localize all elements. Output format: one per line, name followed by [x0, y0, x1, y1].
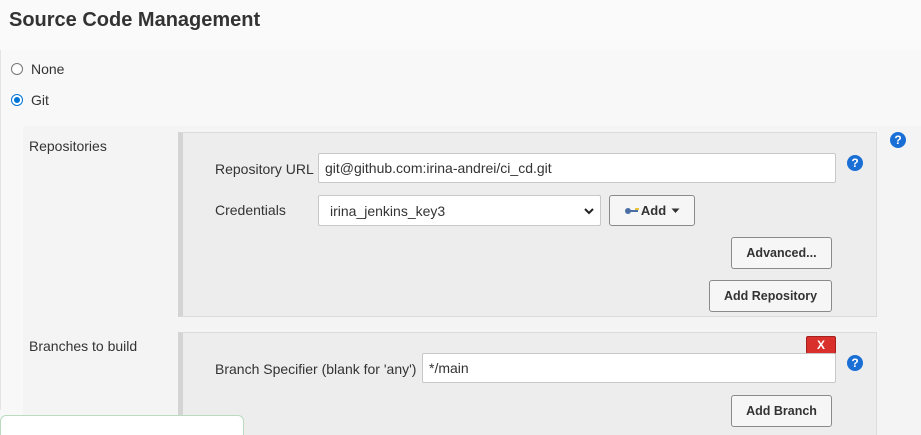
advanced-button[interactable]: Advanced...	[731, 237, 832, 269]
git-help-icon[interactable]: ?	[890, 132, 906, 148]
section-divider	[0, 50, 1, 410]
add-repository-button[interactable]: Add Repository	[709, 280, 832, 312]
key-icon	[624, 207, 639, 214]
notification-toast	[0, 415, 244, 435]
credentials-selected-value: irina_jenkins_key3	[330, 202, 446, 219]
delete-branch-button[interactable]: X	[806, 336, 836, 354]
branch-specifier-input[interactable]	[422, 353, 836, 383]
radio-git-label: Git	[31, 92, 49, 108]
credentials-label: Credentials	[215, 202, 286, 218]
scm-option-none[interactable]: None	[11, 59, 64, 79]
branch-specifier-label: Branch Specifier (blank for 'any')	[215, 361, 417, 377]
scm-option-git[interactable]: Git	[11, 90, 49, 110]
add-credentials-button[interactable]: Add	[609, 195, 695, 226]
repositories-label: Repositories	[29, 138, 107, 154]
section-title: Source Code Management	[9, 9, 261, 31]
radio-git[interactable]	[11, 94, 23, 106]
chevron-down-icon	[584, 208, 594, 215]
jenkins-config-page: Source Code Management None Git Reposito…	[0, 0, 921, 435]
add-branch-button[interactable]: Add Branch	[731, 395, 832, 427]
radio-none[interactable]	[11, 63, 23, 75]
repository-url-help-icon[interactable]: ?	[847, 155, 863, 171]
branches-to-build-label: Branches to build	[29, 338, 138, 354]
add-credentials-label: Add	[640, 203, 667, 218]
credentials-select[interactable]: irina_jenkins_key3	[318, 195, 601, 226]
caret-down-icon	[671, 208, 680, 213]
repository-url-input[interactable]	[318, 153, 836, 183]
branch-specifier-help-icon[interactable]: ?	[847, 355, 863, 371]
radio-none-label: None	[31, 61, 65, 77]
section-header: Source Code Management	[0, 0, 921, 50]
repository-url-label: Repository URL	[215, 161, 314, 177]
